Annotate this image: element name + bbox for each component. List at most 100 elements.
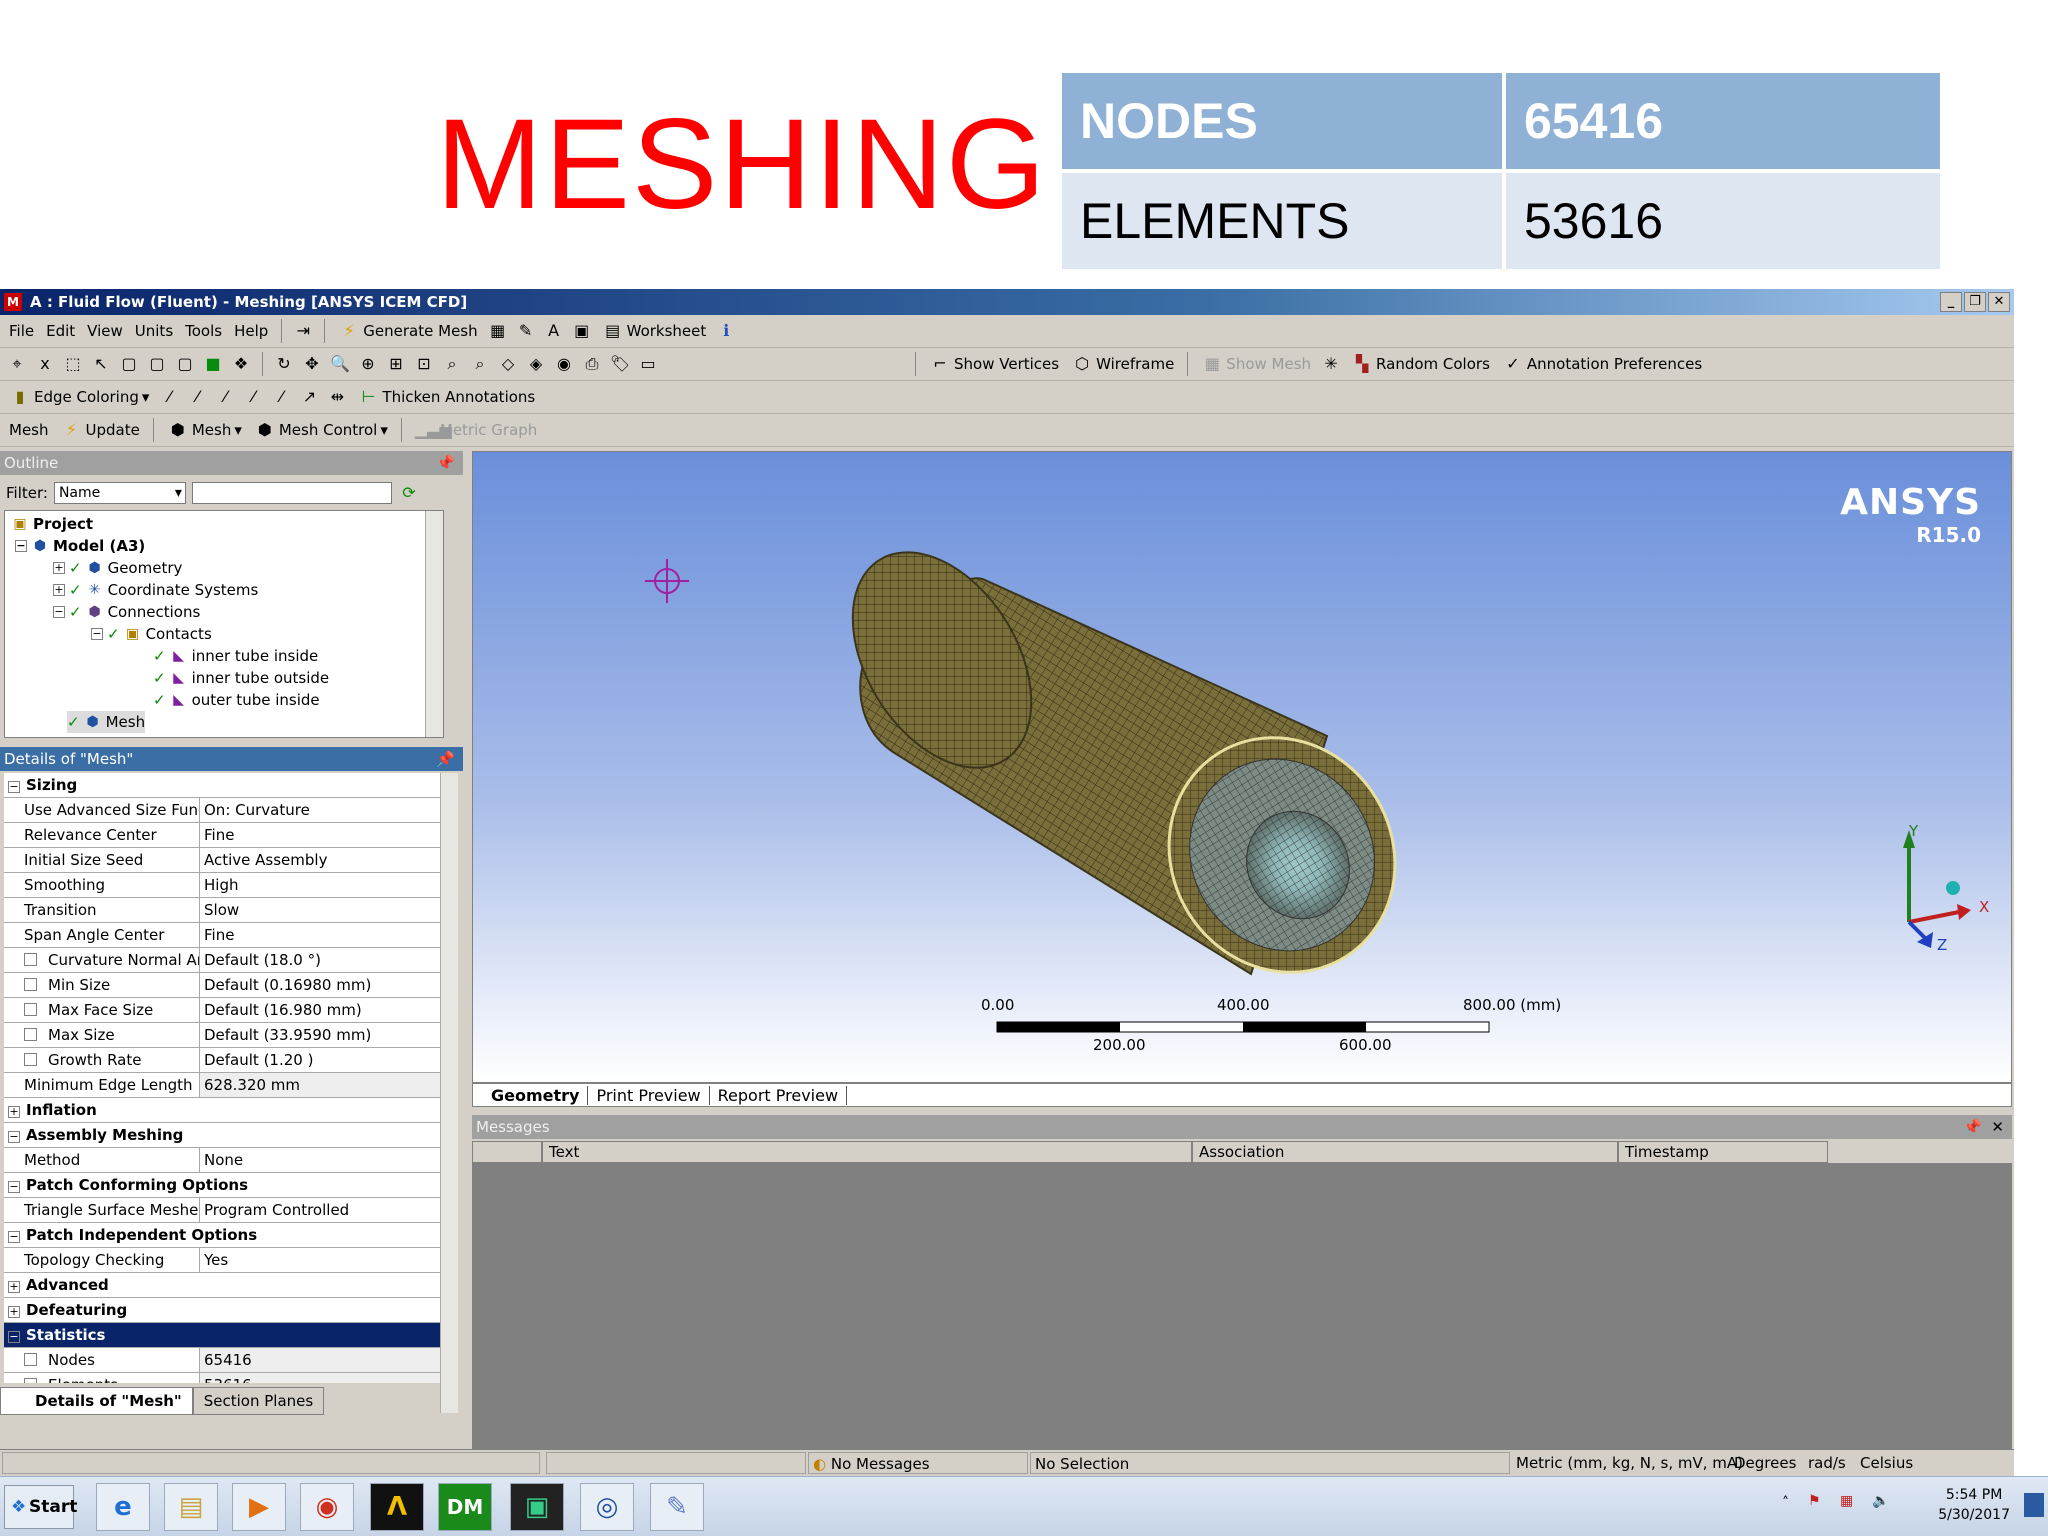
parameter-checkbox[interactable] [24, 978, 37, 991]
action-center-icon[interactable]: ⚑ [1808, 1493, 1821, 1509]
tree-item-coordinate-systems[interactable]: + ✓ ✳ Coordinate Systems [53, 579, 258, 601]
details-property-row[interactable]: Triangle Surface Mesher Program Controlle… [4, 1198, 440, 1223]
select-icon[interactable]: ⬚ [62, 353, 84, 375]
details-group-row[interactable]: − Sizing [4, 773, 440, 798]
property-value[interactable]: Active Assembly [200, 848, 440, 872]
view-options-icon[interactable]: ◉ [553, 353, 575, 375]
media-player-icon[interactable]: ▶ [232, 1483, 286, 1531]
zoom-icon[interactable]: 🔍 [329, 353, 351, 375]
expand-icon[interactable]: + [53, 584, 65, 596]
property-value[interactable]: On: Curvature [200, 798, 440, 822]
minimize-button[interactable]: _ [1940, 292, 1962, 312]
graphics-viewport[interactable]: ANSYS R15.0 0.00 400.00 800.00 (mm) 200.… [472, 451, 2012, 1083]
menu-view[interactable]: View [84, 322, 126, 340]
status-messages[interactable]: ◐ No Messages [808, 1452, 1028, 1474]
collapse-icon[interactable]: − [8, 1231, 20, 1243]
update-button[interactable]: ⚡ Update [58, 419, 143, 441]
body-select-icon[interactable]: ■ [202, 353, 224, 375]
property-value[interactable]: High [200, 873, 440, 897]
tree-item-project[interactable]: ▣ Project [11, 513, 93, 535]
thicken-annotations-button[interactable]: ⊢ Thicken Annotations [354, 386, 538, 408]
edge-style-3-icon[interactable]: ⁄ [214, 386, 236, 408]
connect-icon[interactable]: ⇥ [292, 320, 314, 342]
info-pointer-icon[interactable]: ℹ [715, 320, 737, 342]
status-angle[interactable]: Degrees [1730, 1452, 1796, 1474]
restore-button[interactable]: ❐ [1964, 292, 1986, 312]
viewer-icon[interactable]: ◎ [580, 1483, 634, 1531]
xyz-icon[interactable]: ⅹ [34, 353, 56, 375]
generate-mesh-button[interactable]: ⚡ Generate Mesh [335, 320, 480, 342]
edge-select-icon[interactable]: ▢ [146, 353, 168, 375]
face-select-icon[interactable]: ▢ [174, 353, 196, 375]
property-value[interactable]: None [200, 1148, 440, 1172]
internet-explorer-icon[interactable]: e [96, 1483, 150, 1531]
pin-icon[interactable]: 📌 [436, 451, 455, 475]
show-vertices-button[interactable]: ⌐ Show Vertices [926, 353, 1062, 375]
details-property-row[interactable]: Smoothing High [4, 873, 440, 898]
column-timestamp[interactable]: Timestamp [1618, 1141, 1828, 1163]
details-scrollbar[interactable] [440, 773, 458, 1413]
tree-item-contact[interactable]: ✓ ◣ inner tube inside [153, 645, 318, 667]
tree-item-model[interactable]: − ⬢ Model (A3) [15, 535, 145, 557]
details-property-row[interactable]: Curvature Normal AngleDefault (18.0 °) [4, 948, 440, 973]
close-button[interactable]: ✕ [1988, 292, 2010, 312]
tab-report-preview[interactable]: Report Preview [710, 1085, 848, 1105]
show-desktop-button[interactable] [2024, 1493, 2044, 1517]
parameter-checkbox[interactable] [24, 1028, 37, 1041]
details-group-row[interactable]: − Statistics [4, 1323, 440, 1348]
expand-icon[interactable]: + [8, 1306, 20, 1318]
column-association[interactable]: Association [1192, 1141, 1618, 1163]
edge-direction-icon[interactable]: ↗ [298, 386, 320, 408]
axes-icon[interactable]: ✳ [1320, 353, 1342, 375]
select-mode-icon[interactable]: ⌖ [6, 353, 28, 375]
zoom-box-icon[interactable]: ⊕ [357, 353, 379, 375]
menu-file[interactable]: File [6, 322, 37, 340]
worksheet-button[interactable]: ▤ Worksheet [599, 320, 710, 342]
details-property-row[interactable]: Relevance Center Fine [4, 823, 440, 848]
expand-icon[interactable]: + [8, 1281, 20, 1293]
network-icon[interactable]: ▦ [1840, 1493, 1853, 1509]
property-value[interactable]: Default (33.9590 mm) [200, 1023, 440, 1047]
property-value[interactable]: 65416 [200, 1348, 440, 1372]
details-property-row[interactable]: Topology Checking Yes [4, 1248, 440, 1273]
pan-icon[interactable]: ✥ [301, 353, 323, 375]
spelling-icon[interactable]: ✎ [515, 320, 537, 342]
app-icon[interactable]: M [4, 293, 22, 311]
close-icon[interactable]: ✕ [1991, 1115, 2004, 1139]
filter-select[interactable]: Name ▾ [53, 482, 186, 504]
chrome-icon[interactable]: ◉ [300, 1483, 354, 1531]
details-property-row[interactable]: Transition Slow [4, 898, 440, 923]
status-rate[interactable]: rad/s [1804, 1452, 1854, 1474]
edge-style-1-icon[interactable]: ⁄ [158, 386, 180, 408]
details-property-row[interactable]: Method None [4, 1148, 440, 1173]
details-group-row[interactable]: − Assembly Meshing [4, 1123, 440, 1148]
property-value[interactable]: Fine [200, 823, 440, 847]
parameter-checkbox[interactable] [24, 1053, 37, 1066]
random-colors-button[interactable]: ▚ Random Colors [1348, 353, 1493, 375]
details-property-row[interactable]: Initial Size Seed Active Assembly [4, 848, 440, 873]
menu-units[interactable]: Units [132, 322, 176, 340]
text-annotation-icon[interactable]: A [543, 320, 565, 342]
collapse-icon[interactable]: − [8, 1331, 20, 1343]
clock[interactable]: 5:54 PM 5/30/2017 [1938, 1485, 2010, 1525]
filter-input[interactable] [191, 482, 392, 504]
parameter-checkbox[interactable] [24, 953, 37, 966]
tree-item-geometry[interactable]: + ✓ ⬢ Geometry [53, 557, 182, 579]
title-bar[interactable]: M A : Fluid Flow (Fluent) - Meshing [ANS… [0, 289, 2014, 315]
print-icon[interactable]: ⎙ [581, 353, 603, 375]
property-value[interactable]: 628.320 mm [200, 1073, 440, 1097]
details-property-row[interactable]: Min Size Default (0.16980 mm) [4, 973, 440, 998]
file-explorer-icon[interactable]: ▤ [164, 1483, 218, 1531]
tree-item-contact[interactable]: ✓ ◣ inner tube outside [153, 667, 329, 689]
collapse-icon[interactable]: − [8, 1131, 20, 1143]
pin-icon[interactable]: 📌 [1963, 1115, 1982, 1139]
edge-style-4-icon[interactable]: ⁄ [242, 386, 264, 408]
details-group-row[interactable]: + Inflation [4, 1098, 440, 1123]
mesh-control-button[interactable]: ⬢ Mesh Control ▾ [251, 419, 391, 441]
tree-item-mesh[interactable]: ✓ ⬢ Mesh [67, 711, 146, 733]
details-property-row[interactable]: Nodes 65416 [4, 1348, 440, 1373]
zoom-select-icon[interactable]: ⊡ [413, 353, 435, 375]
property-value[interactable]: Program Controlled [200, 1198, 440, 1222]
edge-dimension-icon[interactable]: ⇹ [326, 386, 348, 408]
tree-item-connections[interactable]: − ✓ ⬢ Connections [53, 601, 200, 623]
